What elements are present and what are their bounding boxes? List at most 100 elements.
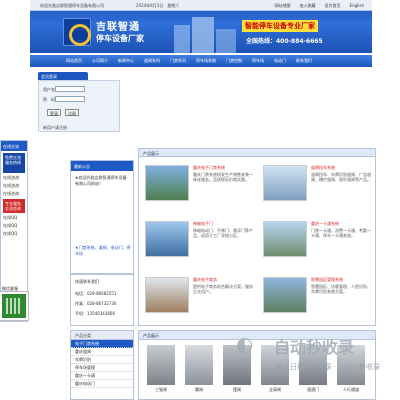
product-card[interactable]: 伸缩电子门 伸缩电动门、平移门、悬浮门等产品，适用于工厂学校小区。 [141, 217, 255, 267]
english-link[interactable]: English [350, 3, 364, 9]
product-thumbnail[interactable] [263, 165, 307, 201]
category-item[interactable]: 重庆道闸 [71, 348, 133, 356]
product-showcase: 产品展示 重庆电子门禁系统 重庆门禁系统研发生产销售安装一体化服务，品质保证价格… [138, 148, 376, 326]
register-note[interactable]: 新用户请注册 [43, 125, 67, 131]
service-item[interactable]: 在线咨询 [3, 183, 25, 189]
logo-icon[interactable] [63, 18, 91, 46]
product-thumbnail[interactable] [145, 277, 189, 313]
watermark-logo-icon: ◐ [236, 332, 254, 356]
login-form: 用户名： 密 码： 登录 注册 新用户请注册 [38, 80, 120, 132]
watermark-text: 自动秒收录 [274, 338, 355, 357]
announcement-panel: 最新公告 ★欢迎光临吉联智通停车设备有限公司网站！ ★门禁系统、道闸、电动门、停… [70, 160, 134, 274]
announcement-title: 最新公告 [71, 161, 133, 171]
product-caption[interactable]: 摆闸 [219, 387, 255, 393]
product-card[interactable]: 重庆一卡通系统 门禁一卡通、消费一卡通、考勤一卡通、停车一卡通系统。 [259, 217, 373, 267]
contact-panel: 快速联系我们 电话：028-86682551 传真：028-86732736 手… [70, 274, 134, 326]
product-desc: 道闸挡车、车牌识别道闸、广告道闸、栅栏道闸、直杆道闸等产品。 [311, 172, 371, 182]
sitemap-link[interactable]: 网站地图 [275, 3, 291, 9]
brand-name: 吉联智通 [96, 22, 140, 33]
contact-mobile: 手机：13540343666 [75, 311, 115, 316]
hotline-text: 全国热线：400-884-6665 [246, 38, 323, 45]
nav-access-control[interactable]: 门禁控制 [226, 58, 242, 64]
watermark: ◐ 自动秒收录 数上日榜 · 高收录 · 一次 · 秒收录 [236, 328, 386, 380]
service-banner[interactable]: 免费交流服务热线 [3, 153, 25, 173]
banner-area [122, 70, 372, 134]
product-title[interactable]: 重庆一卡通系统 [311, 221, 339, 227]
product-thumbnail[interactable] [263, 221, 307, 257]
nav-home[interactable]: 网站首页 [66, 58, 82, 64]
product-desc: 提供电子商务综合解决方案，服务企业用户。 [193, 284, 253, 294]
showcase-breadcrumb: 产品展示 [139, 149, 375, 157]
contact-title: 快速联系我们 [75, 279, 99, 284]
product-title[interactable]: 道闸挡车系统 [311, 165, 335, 171]
category-title: 产品分类 [71, 331, 133, 340]
product-thumbnail[interactable] [145, 221, 189, 257]
qq-link[interactable]: 在线QQ [3, 231, 25, 237]
site-header: 欢迎光临吉联智通停车设备有限公司 2024年8月3日 星期六 网站地图 加入收藏… [30, 0, 372, 53]
product-title[interactable]: 伸缩电子门 [193, 221, 213, 227]
product-desc: 重庆门禁系统研发生产销售安装一体化服务，品质保证价格实惠。 [193, 172, 253, 182]
set-homepage-link[interactable]: 设为首页 [325, 3, 341, 9]
product-thumbnail[interactable] [263, 277, 307, 313]
product-title[interactable]: 智慧园区管理系统 [311, 277, 343, 283]
turnstile-image[interactable] [185, 345, 213, 385]
nav-contact[interactable]: 联系我们 [296, 58, 312, 64]
building-icon [174, 17, 236, 53]
category-item[interactable]: 重庆一卡通 [71, 372, 133, 380]
nav-barrier[interactable]: 道闸系列 [144, 58, 160, 64]
wechat-qr-code [0, 291, 29, 321]
username-input[interactable] [55, 86, 85, 92]
category-item[interactable]: 电子门禁系统 [71, 340, 133, 348]
main-nav: 网站首页 公司简介 新闻中心 道闸系列 门禁系列 停车场系统 门禁控制 停车场 … [30, 55, 372, 67]
bookmark-link[interactable]: 加入收藏 [300, 3, 316, 9]
product-card[interactable]: 重庆电子商务 提供电子商务综合解决方案，服务企业用户。 [141, 273, 255, 323]
nav-about[interactable]: 公司简介 [92, 58, 108, 64]
announcement-body: ★欢迎光临吉联智通停车设备有限公司网站！ [75, 175, 127, 186]
product-thumbnail[interactable] [145, 165, 189, 201]
top-links: 网站地图 加入收藏 设为首页 English [275, 3, 364, 9]
top-bar: 欢迎光临吉联智通停车设备有限公司 2024年8月3日 星期六 网站地图 加入收藏… [30, 0, 372, 11]
nav-news[interactable]: 新闻中心 [118, 58, 134, 64]
announcement-link[interactable]: ★门禁系统、道闸、电动门、停车场 [75, 245, 133, 257]
nav-parking-system[interactable]: 停车场系统 [196, 58, 216, 64]
slogan-banner: 智能停车设备专业厂家 [242, 20, 318, 32]
login-button[interactable]: 登录 [47, 109, 61, 116]
service-item[interactable]: 在线咨询 [3, 175, 25, 181]
current-date: 2024年8月3日 星期六 [136, 3, 180, 8]
welcome-text: 欢迎光临吉联智通停车设备有限公司 [40, 3, 104, 8]
service-title: 在线交流 [1, 141, 27, 151]
product-desc: 伸缩电动门、平移门、悬浮门等产品，适用于工厂学校小区。 [193, 228, 253, 238]
product-card[interactable]: 智慧园区管理系统 智慧园区、访客管理、人脸识别、车牌识别系统方案。 [259, 273, 373, 323]
product-card[interactable]: 重庆电子门禁系统 重庆门禁系统研发生产销售安装一体化服务，品质保证价格实惠。 [141, 161, 255, 211]
category-item[interactable]: 车牌识别 [71, 356, 133, 364]
product-desc: 门禁一卡通、消费一卡通、考勤一卡通、停车一卡通系统。 [311, 228, 371, 238]
category-item[interactable]: 重庆电动门 [71, 380, 133, 388]
product-desc: 智慧园区、访客管理、人脸识别、车牌识别系统方案。 [311, 284, 371, 294]
product-card[interactable]: 道闸挡车系统 道闸挡车、车牌识别道闸、广告道闸、栅栏道闸、直杆道闸等产品。 [259, 161, 373, 211]
category-item[interactable]: 停车场管理 [71, 364, 133, 372]
qq-link[interactable]: 在线QQ [3, 223, 25, 229]
nav-gate[interactable]: 电动门 [274, 58, 286, 64]
qq-link[interactable]: 在线QQ [3, 215, 25, 221]
turnstile-image[interactable] [147, 345, 175, 385]
product-caption[interactable]: 全高闸 [257, 387, 293, 393]
product-item[interactable]: 三辊闸 [143, 345, 179, 393]
service-red-banner[interactable]: 专业服务交流咨询 [3, 199, 25, 213]
service-item[interactable]: 在线咨询 [3, 191, 25, 197]
nav-access[interactable]: 门禁系列 [170, 58, 186, 64]
category-panel: 产品分类 电子门禁系统 重庆道闸 车牌识别 停车场管理 重庆一卡通 重庆电动门 [70, 330, 134, 400]
product-item[interactable]: 翼闸 [181, 345, 217, 393]
nav-parking[interactable]: 停车场 [252, 58, 264, 64]
contact-fax: 传真：028-86732736 [75, 301, 117, 306]
product-caption[interactable]: 人行通道 [333, 387, 369, 393]
product-caption[interactable]: 翼闸 [181, 387, 217, 393]
watermark-subtext: 数上日榜 · 高收录 · 一次 · 秒收录 [276, 363, 381, 371]
product-title[interactable]: 重庆电子商务 [193, 277, 217, 283]
product-title[interactable]: 重庆电子门禁系统 [193, 165, 225, 171]
product-caption[interactable]: 三辊闸 [143, 387, 179, 393]
register-button[interactable]: 注册 [65, 109, 79, 116]
contact-phone: 电话：028-86682551 [75, 291, 117, 296]
password-input[interactable] [55, 96, 85, 102]
brand-subtitle: 停车设备厂家 [96, 34, 144, 43]
product-caption[interactable]: 速通门 [295, 387, 331, 393]
